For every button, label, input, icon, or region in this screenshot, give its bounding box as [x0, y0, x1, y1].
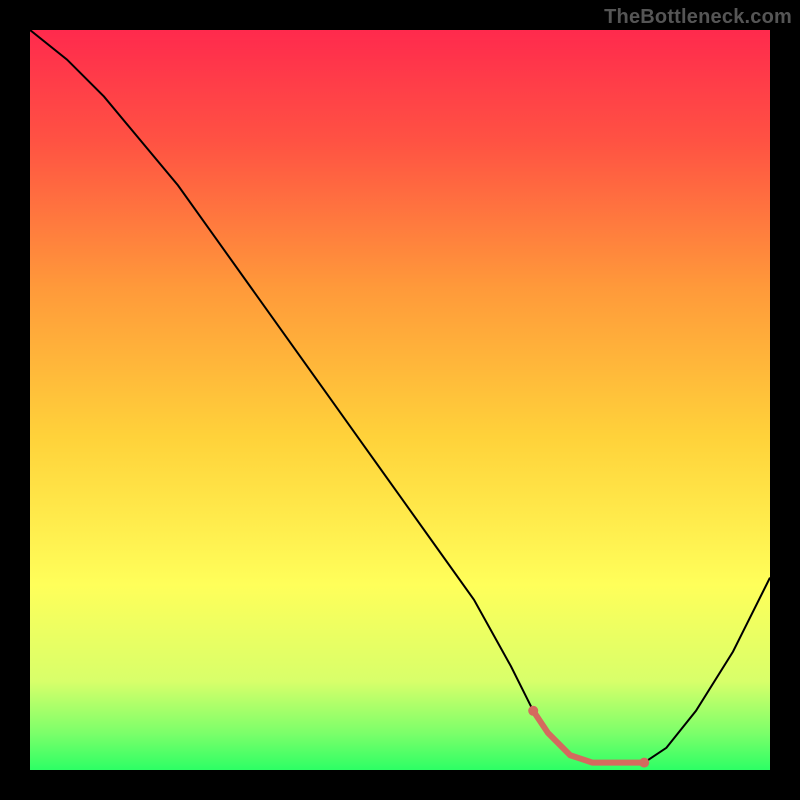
plot-area — [30, 30, 770, 770]
chart-svg — [30, 30, 770, 770]
flat-region-lobe — [639, 758, 649, 768]
flat-region-lobe — [528, 706, 538, 716]
chart-frame: TheBottleneck.com — [0, 0, 800, 800]
watermark-label: TheBottleneck.com — [604, 6, 792, 29]
